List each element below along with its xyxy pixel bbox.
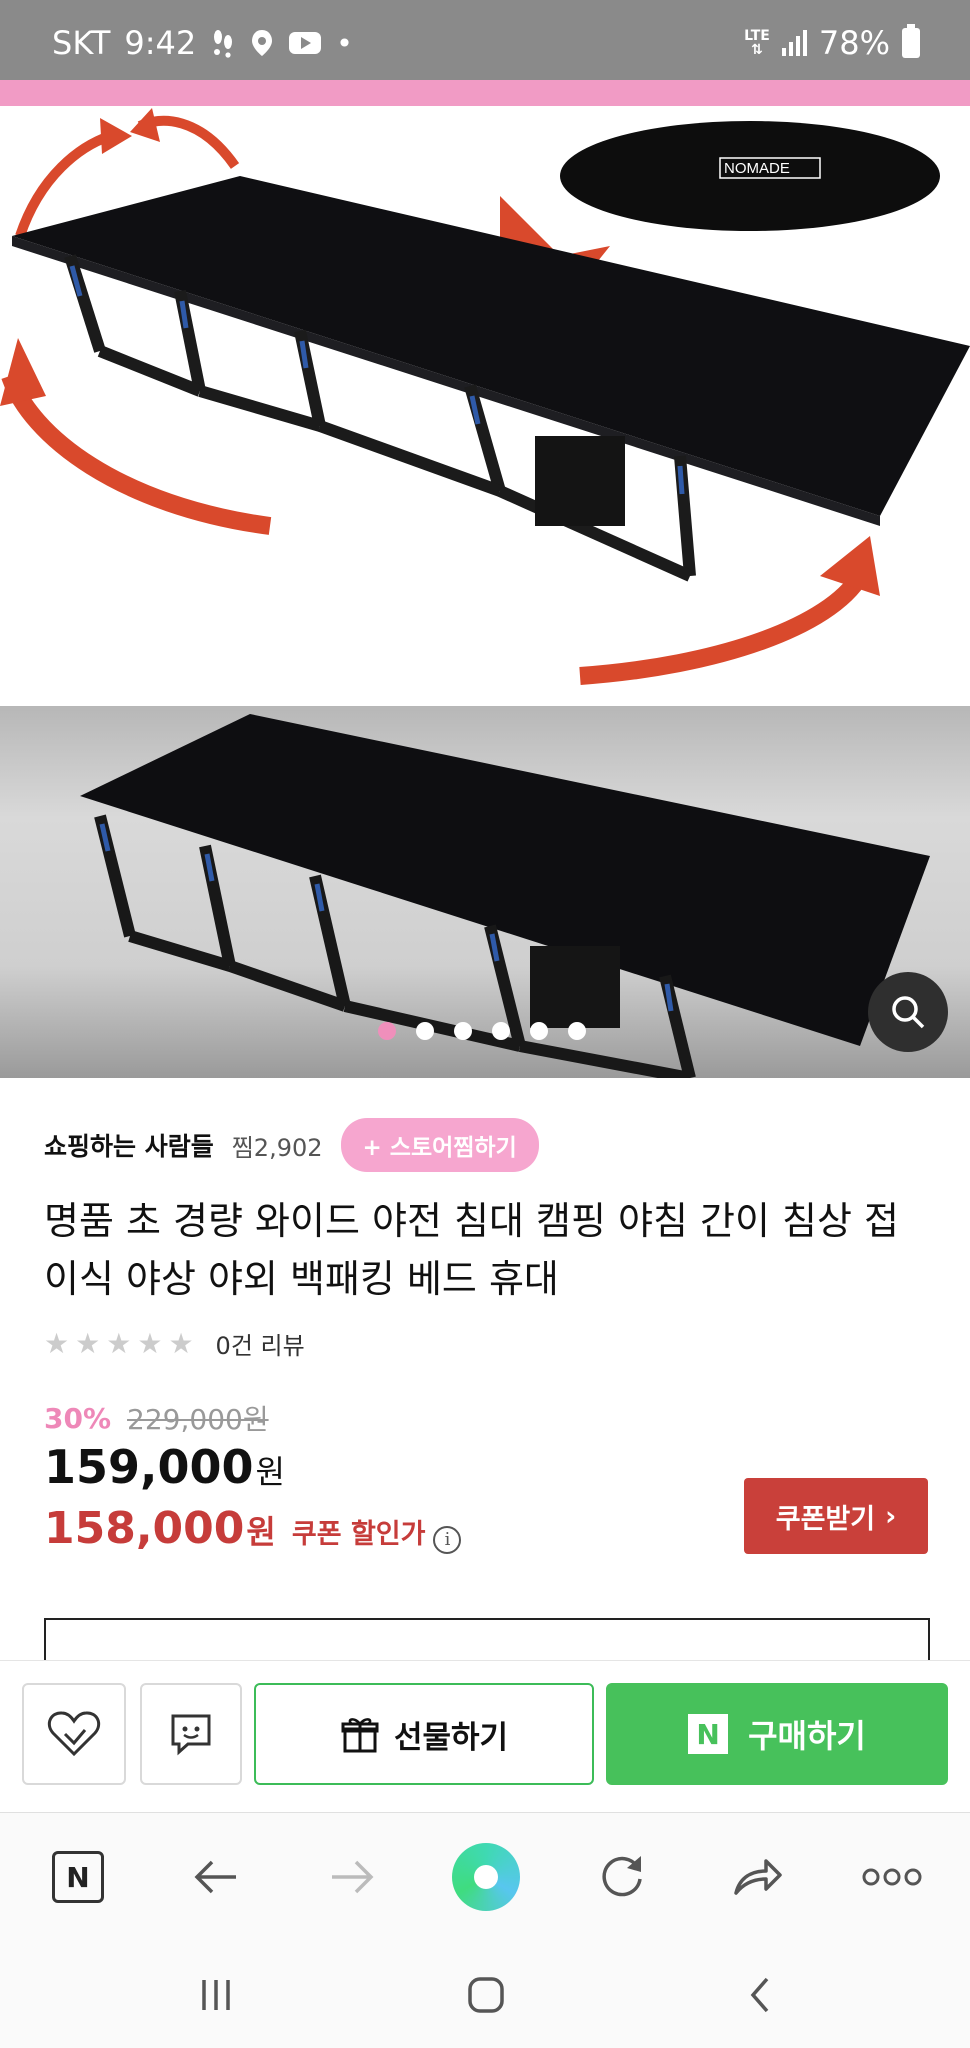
discount-rate: 30% xyxy=(44,1401,112,1435)
naver-home-button[interactable]: N xyxy=(42,1841,114,1913)
star-icon: ★ xyxy=(75,1327,101,1360)
naver-n-icon: N xyxy=(52,1851,104,1903)
browser-toolbar: N xyxy=(0,1812,970,1942)
star-icon: ★ xyxy=(106,1327,132,1360)
youtube-icon xyxy=(289,32,322,54)
gallery-dot-2[interactable] xyxy=(416,1022,434,1040)
clock: 9:42 xyxy=(124,24,197,62)
more-icon xyxy=(862,1868,922,1886)
refresh-button[interactable] xyxy=(586,1841,658,1913)
home-icon xyxy=(468,1977,504,2013)
buy-button[interactable]: N 구매하기 xyxy=(606,1683,948,1785)
gift-button[interactable]: 선물하기 xyxy=(254,1683,594,1785)
store-follow-button[interactable]: + 스토어찜하기 xyxy=(340,1118,539,1172)
star-icon: ★ xyxy=(137,1327,163,1360)
original-price: 229,000원 xyxy=(127,1403,269,1436)
arrow-left-icon xyxy=(194,1860,236,1894)
system-back-button[interactable] xyxy=(730,1972,790,2018)
more-notifications-dot: • xyxy=(336,26,353,60)
battery-icon xyxy=(902,24,920,58)
battery-percent: 78% xyxy=(818,24,890,62)
store-zzim-count: 찜2,902 xyxy=(231,1133,323,1162)
location-icon xyxy=(252,30,273,56)
green-dot-icon xyxy=(452,1843,520,1911)
coupon-button-label: 쿠폰받기 xyxy=(775,1503,876,1535)
price-unit: 원 xyxy=(255,1453,285,1491)
gallery-dot-3[interactable] xyxy=(454,1022,472,1040)
system-nav-bar xyxy=(0,1942,970,2048)
purchase-action-bar: 선물하기 N 구매하기 xyxy=(0,1660,970,1812)
buy-label: 구매하기 xyxy=(748,1717,866,1755)
review-count: 0건 리뷰 xyxy=(215,1332,305,1360)
status-bar: SKT 9:42 • LTE ⇅ 78% xyxy=(0,0,970,80)
gallery-dot-6[interactable] xyxy=(568,1022,586,1040)
top-accent-bar xyxy=(0,80,970,106)
sale-price: 159,000 xyxy=(44,1440,254,1494)
info-icon[interactable]: i xyxy=(433,1525,462,1554)
refresh-icon xyxy=(602,1856,642,1897)
discount-row: 30% 229,000원 xyxy=(44,1398,269,1438)
coupon-label: 쿠폰 할인가 xyxy=(291,1519,426,1550)
magnifier-icon xyxy=(892,996,925,1029)
signal-icon xyxy=(781,30,807,56)
chat-icon xyxy=(171,1714,211,1756)
zoom-button[interactable] xyxy=(868,972,948,1052)
gallery-pagination xyxy=(378,1022,586,1040)
footsteps-icon xyxy=(214,30,233,58)
gift-label: 선물하기 xyxy=(393,1719,509,1756)
zzim-button[interactable] xyxy=(22,1683,126,1785)
status-right: LTE ⇅ 78% xyxy=(744,24,920,62)
share-button[interactable] xyxy=(722,1841,794,1913)
status-left: SKT 9:42 • xyxy=(52,24,353,62)
product-title: 명품 초 경량 와이드 야전 침대 캠핑 야침 간이 침상 접이식 야상 야외 … xyxy=(44,1199,899,1301)
back-button[interactable] xyxy=(180,1841,252,1913)
gallery-dot-1[interactable] xyxy=(378,1022,396,1040)
home-button[interactable] xyxy=(456,1972,516,2018)
svg-text:NOMADE: NOMADE xyxy=(724,160,790,177)
gift-icon xyxy=(341,1718,379,1753)
recent-apps-icon xyxy=(202,1980,230,2010)
price-row: 159,000 원 xyxy=(44,1440,285,1494)
star-icon: ★ xyxy=(44,1327,70,1360)
gallery-dot-4[interactable] xyxy=(492,1022,510,1040)
arrow-right-icon xyxy=(332,1860,374,1894)
carrier-label: SKT xyxy=(52,24,111,62)
green-dot-button[interactable] xyxy=(450,1841,522,1913)
cot-illustration: NOMADE xyxy=(0,108,970,685)
recent-apps-button[interactable] xyxy=(186,1972,246,2018)
product-image-main[interactable]: NOMADE xyxy=(0,106,970,706)
coupon-download-button[interactable]: 쿠폰받기 › xyxy=(744,1478,928,1554)
naver-pay-badge: N xyxy=(688,1714,729,1754)
rating-row[interactable]: ★ ★ ★ ★ ★ 0건 리뷰 xyxy=(44,1326,305,1361)
coupon-price: 158,000 xyxy=(44,1503,245,1554)
coupon-price-row: 158,000 원 쿠폰 할인가 i xyxy=(44,1503,462,1554)
heart-icon xyxy=(47,1711,101,1757)
talk-button[interactable] xyxy=(140,1683,242,1785)
chevron-right-icon: › xyxy=(885,1500,897,1532)
share-icon xyxy=(734,1859,782,1895)
chevron-left-icon xyxy=(750,1977,769,2013)
store-name[interactable]: 쇼핑하는 사람들 xyxy=(44,1127,214,1163)
coupon-price-unit: 원 xyxy=(246,1513,276,1551)
gallery-dot-5[interactable] xyxy=(530,1022,548,1040)
store-row: 쇼핑하는 사람들 찜2,902 + 스토어찜하기 xyxy=(44,1118,539,1172)
forward-button[interactable] xyxy=(316,1841,388,1913)
lte-indicator: LTE ⇅ xyxy=(744,28,770,58)
star-icon: ★ xyxy=(168,1327,194,1360)
more-button[interactable] xyxy=(856,1841,928,1913)
